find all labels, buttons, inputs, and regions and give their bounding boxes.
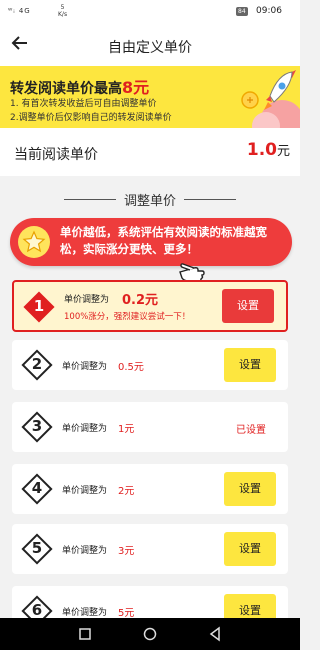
- option-amount: 0.5元: [118, 362, 144, 373]
- current-price-value: 1.0元: [247, 140, 290, 160]
- promo-banner: 转发阅读单价最高8元 1. 有首次转发收益后可自由调整单价 2.调整单价后仅影响…: [0, 66, 300, 128]
- recent-apps-icon[interactable]: [77, 626, 93, 642]
- app-bar: 自由定义单价: [0, 24, 300, 66]
- option-number: 3: [31, 417, 43, 435]
- current-price-card: 当前阅读单价 1.0元: [0, 128, 300, 176]
- option-number-badge: 4: [21, 473, 53, 505]
- battery-indicator: 84: [236, 7, 248, 16]
- option-number-badge: 2: [21, 349, 53, 381]
- option-number: 5: [31, 539, 43, 557]
- option-amount: 5元: [118, 608, 135, 619]
- status-bar: ᵂᵢ 4G 5 K/s 84 09:06: [0, 0, 300, 24]
- price-option-4[interactable]: 4 单价调整为 2元 设置: [12, 464, 288, 514]
- price-option-3: 3 单价调整为 1元 已设置: [12, 402, 288, 452]
- set-button[interactable]: 设置: [224, 348, 276, 382]
- page-title: 自由定义单价: [108, 40, 192, 56]
- network-speed-value: 5: [60, 4, 65, 11]
- set-button[interactable]: 设置: [224, 472, 276, 506]
- option-number: 6: [31, 601, 43, 619]
- banner-heading: 转发阅读单价最高8元: [10, 74, 149, 98]
- option-label: 单价调整为: [62, 608, 108, 618]
- option-number-badge: 3: [21, 411, 53, 443]
- tip-text: 单价越低，系统评估有效阅读的标准越宽松，实际涨分更快、更多！: [60, 225, 267, 256]
- option-label: 单价调整为: [62, 362, 108, 372]
- price-option-5[interactable]: 5 单价调整为 3元 设置: [12, 524, 288, 574]
- set-button[interactable]: 设置: [224, 532, 276, 566]
- rocket-coin-illustration: [241, 70, 300, 128]
- already-set-status: 已设置: [236, 425, 266, 436]
- option-label: 单价调整为: [62, 424, 108, 434]
- star-icon: [18, 226, 50, 258]
- option-amount: 2元: [118, 486, 135, 497]
- divider-line: [184, 199, 236, 200]
- current-price-unit: 元: [276, 144, 290, 159]
- option-amount: 3元: [118, 546, 135, 557]
- option-number: 2: [31, 355, 43, 373]
- banner-rule-1: 1. 有首次转发收益后可自由调整单价: [10, 99, 157, 109]
- tip-banner: 单价越低，系统评估有效阅读的标准越宽松，实际涨分更快、更多！: [10, 218, 292, 266]
- current-price-label: 当前阅读单价: [14, 147, 98, 163]
- option-note: 100%涨分，强烈建议尝试一下！: [64, 312, 191, 322]
- price-option-1[interactable]: 1 单价调整为 0.2元 100%涨分，强烈建议尝试一下！ 设置: [12, 280, 288, 332]
- banner-rule-2: 2.调整单价后仅影响自己的转发阅读单价: [10, 113, 172, 123]
- banner-heading-text: 转发阅读单价最高: [10, 81, 122, 97]
- system-nav-bar: [0, 618, 300, 650]
- section-title: 调整单价: [123, 194, 176, 209]
- set-button[interactable]: 设置: [222, 289, 274, 323]
- banner-heading-highlight: 8元: [122, 78, 150, 97]
- option-amount: 0.2元: [122, 293, 159, 308]
- option-label: 单价调整为: [62, 486, 108, 496]
- option-number-badge: 5: [21, 533, 53, 565]
- option-label: 单价调整为: [62, 546, 108, 556]
- option-number-badge: 1: [23, 291, 55, 323]
- option-number: 4: [31, 479, 43, 497]
- back-icon[interactable]: [207, 626, 223, 642]
- signal-indicator: ᵂᵢ 4G: [8, 7, 31, 15]
- clock: 09:06: [256, 6, 282, 16]
- section-header: 调整单价: [0, 189, 300, 209]
- option-label: 单价调整为: [64, 295, 110, 305]
- option-number: 1: [33, 297, 45, 315]
- current-price-number: 1.0: [246, 140, 277, 160]
- network-speed: 5 K/s: [58, 4, 67, 18]
- network-speed-unit: K/s: [58, 11, 68, 18]
- option-amount: 1元: [118, 424, 135, 435]
- price-option-2[interactable]: 2 单价调整为 0.5元 设置: [12, 340, 288, 390]
- home-icon[interactable]: [142, 626, 158, 642]
